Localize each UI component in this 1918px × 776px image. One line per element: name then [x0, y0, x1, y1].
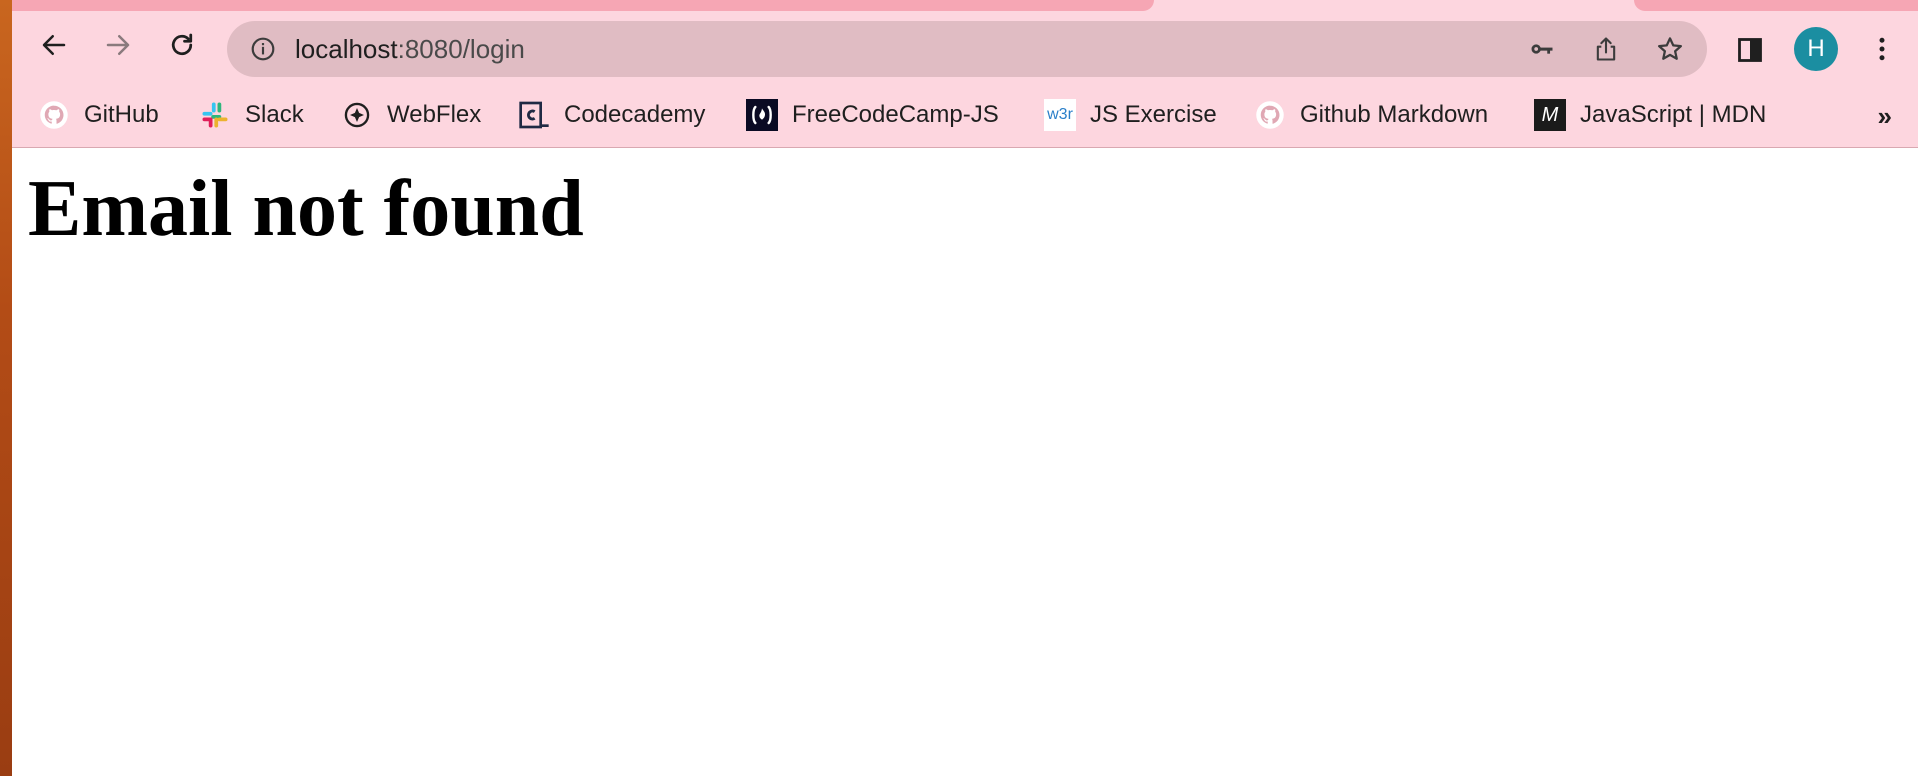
side-panel-icon — [1738, 38, 1762, 62]
bookmark-label: Slack — [245, 101, 304, 128]
bookmark-github-markdown[interactable]: Github Markdown — [1254, 95, 1488, 135]
tab-background-left — [12, 0, 1154, 11]
url-text[interactable]: localhost:8080/login — [295, 34, 525, 64]
github-icon — [38, 99, 70, 131]
tab-background-right — [1634, 0, 1918, 11]
reload-icon — [171, 33, 193, 56]
bookmark-label: WebFlex — [387, 101, 482, 128]
site-info-icon[interactable] — [249, 35, 277, 63]
codecademy-icon — [518, 99, 550, 131]
reload-button[interactable] — [160, 23, 204, 67]
bookmark-github[interactable]: GitHub — [38, 95, 159, 135]
desktop-background — [0, 0, 12, 776]
mdn-icon: M — [1534, 99, 1566, 131]
profile-initial: H — [1807, 35, 1825, 62]
back-arrow-icon — [42, 35, 66, 55]
bookmark-label: Github Markdown — [1300, 101, 1489, 128]
url-path: :8080/login — [397, 34, 525, 64]
profile-avatar[interactable]: H — [1794, 27, 1838, 71]
address-bar[interactable]: localhost:8080/login — [227, 21, 1707, 77]
bookmarks-bar: GitHub Slack WebFlex Codecademy FreeCode… — [12, 85, 1918, 148]
bookmark-star-icon[interactable] — [1655, 34, 1685, 64]
forward-button[interactable] — [96, 23, 140, 67]
bookmarks-overflow-button[interactable]: » — [1878, 101, 1892, 132]
bookmark-slack[interactable]: Slack — [199, 95, 304, 135]
bookmark-freecodecamp[interactable]: FreeCodeCamp-JS — [746, 95, 999, 135]
freecodecamp-icon — [746, 99, 778, 131]
side-panel-button[interactable] — [1734, 34, 1766, 66]
bookmark-label: JavaScript | MDN — [1580, 101, 1767, 128]
back-button[interactable] — [32, 23, 76, 67]
forward-arrow-icon — [106, 35, 130, 55]
bookmark-webflex[interactable]: WebFlex — [341, 95, 481, 135]
bookmark-label: Codecademy — [564, 101, 706, 128]
w3r-icon: w3r — [1044, 99, 1076, 131]
browser-window: localhost:8080/login H GitHub Slack WebF… — [12, 0, 1918, 776]
bookmark-codecademy[interactable]: Codecademy — [518, 95, 705, 135]
page-heading: Email not found — [28, 165, 584, 253]
password-key-icon[interactable] — [1527, 34, 1557, 64]
bookmark-js-exercise[interactable]: w3r JS Exercise — [1044, 95, 1217, 135]
slack-icon — [199, 99, 231, 131]
bookmark-label: FreeCodeCamp-JS — [792, 101, 999, 128]
bookmark-mdn[interactable]: M JavaScript | MDN — [1534, 95, 1766, 135]
webflex-icon — [341, 99, 373, 131]
browser-toolbar: localhost:8080/login H — [12, 11, 1918, 85]
more-vert-icon — [1879, 37, 1885, 61]
browser-menu-button[interactable] — [1864, 31, 1900, 67]
github-icon — [1254, 99, 1286, 131]
page-content: Email not found — [12, 149, 1918, 776]
share-icon[interactable] — [1591, 34, 1621, 64]
bookmark-label: GitHub — [84, 101, 159, 128]
bookmark-label: JS Exercise — [1090, 101, 1217, 128]
url-host: localhost — [295, 34, 398, 64]
